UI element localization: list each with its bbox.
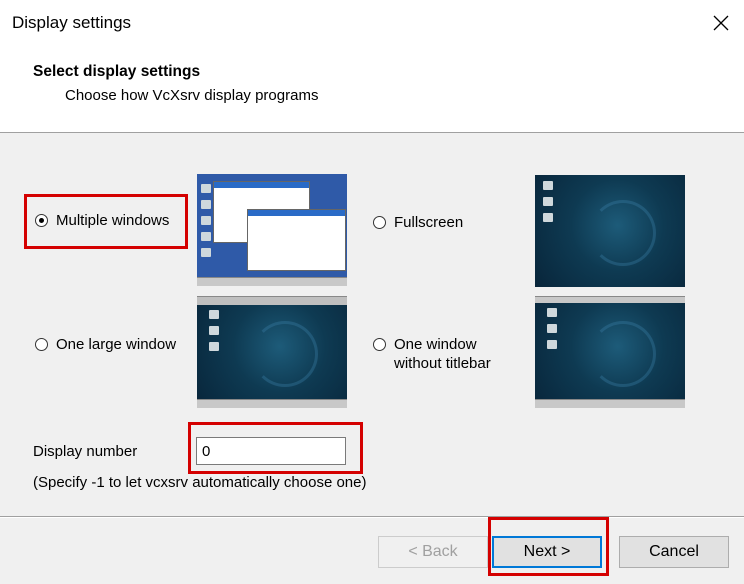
display-number-label: Display number [33, 443, 138, 460]
radio-button-checked[interactable] [35, 214, 48, 227]
desktop-icon [201, 184, 211, 193]
next-button[interactable]: Next > [492, 536, 602, 568]
preview-title-bar [197, 296, 347, 305]
desktop-icon [547, 308, 557, 317]
preview-swirl [590, 321, 656, 387]
radio-button[interactable] [35, 338, 48, 351]
title-bar: Display settings [0, 0, 744, 46]
cancel-button[interactable]: Cancel [619, 536, 729, 568]
desktop-icon [209, 326, 219, 335]
preview-taskbar [535, 399, 685, 408]
preview-one-large-window [197, 296, 347, 408]
display-number-input[interactable] [196, 437, 346, 465]
radio-button[interactable] [373, 216, 386, 229]
preview-taskbar [197, 399, 347, 408]
close-icon [713, 15, 729, 31]
preview-one-window-without-titlebar [535, 296, 685, 408]
desktop-icon [201, 248, 211, 257]
back-button[interactable]: < Back [378, 536, 488, 568]
desktop-icon [201, 232, 211, 241]
page-subtitle: Choose how VcXsrv display programs [65, 87, 319, 104]
radio-label-multiple-windows: Multiple windows [56, 212, 170, 229]
wizard-header: Select display settings Choose how VcXsr… [0, 46, 744, 133]
desktop-icon [543, 213, 553, 222]
window-title: Display settings [12, 13, 132, 32]
radio-label-one-window: One window without titlebar [394, 335, 491, 373]
desktop-icon [543, 197, 553, 206]
preview-taskbar [197, 277, 347, 286]
radio-multiple-windows[interactable]: Multiple windows [35, 211, 169, 230]
page-title: Select display settings [33, 63, 201, 80]
desktop-icon [543, 181, 553, 190]
desktop-icon [201, 200, 211, 209]
radio-button[interactable] [373, 338, 386, 351]
preview-fullscreen [535, 175, 685, 287]
close-button[interactable] [698, 0, 744, 46]
radio-label-one-large-window: One large window [56, 336, 177, 353]
desktop-icon [209, 342, 219, 351]
desktop-icon [201, 216, 211, 225]
footer-separator [0, 516, 744, 518]
radio-one-large-window[interactable]: One large window [35, 335, 176, 354]
desktop-icon [547, 324, 557, 333]
preview-swirl [590, 200, 656, 266]
preview-top-panel [535, 296, 685, 303]
desktop-icon [209, 310, 219, 319]
radio-fullscreen[interactable]: Fullscreen [373, 213, 463, 232]
preview-xterm-window [247, 209, 346, 271]
radio-label-fullscreen: Fullscreen [394, 214, 464, 231]
preview-swirl [252, 321, 318, 387]
radio-one-window-without-titlebar[interactable]: One window without titlebar [373, 335, 491, 373]
display-number-hint: (Specify -1 to let vcxsrv automatically … [33, 474, 367, 491]
radio-label-line1: One window [394, 336, 477, 353]
radio-label-line2: without titlebar [394, 355, 491, 372]
desktop-icon [547, 340, 557, 349]
preview-multiple-windows [197, 174, 347, 286]
